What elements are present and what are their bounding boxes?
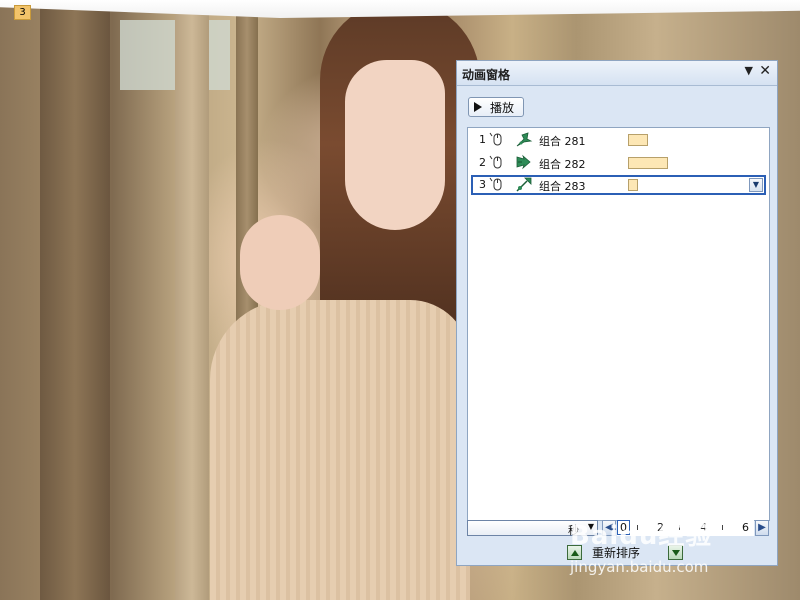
timing-bar[interactable] xyxy=(628,157,668,169)
timeline-tick-label: 6 xyxy=(742,521,749,534)
tree-trunk xyxy=(40,0,110,600)
animation-item[interactable]: 2 组合 282 xyxy=(471,153,766,173)
animation-label: 组合 283 xyxy=(539,180,586,193)
slide-number-badge[interactable]: 3 xyxy=(14,5,31,20)
animation-order: 1 xyxy=(479,133,486,146)
entrance-effect-icon xyxy=(516,154,531,170)
mouse-click-icon xyxy=(489,132,502,146)
tree-trunk xyxy=(175,0,209,600)
baidu-jingyan-watermark: Baidu经验 jingyan.baidu.com xyxy=(570,515,712,576)
pane-title: 动画窗格 xyxy=(462,68,511,82)
watermark-url: jingyan.baidu.com xyxy=(570,558,709,576)
mouse-click-icon xyxy=(489,155,502,169)
photo-sweater xyxy=(210,300,470,600)
timing-bar[interactable] xyxy=(628,134,648,146)
play-icon xyxy=(474,102,482,112)
mouse-click-icon xyxy=(489,177,502,191)
path-effect-icon xyxy=(516,177,532,192)
item-options-dropdown-icon[interactable]: ▼ xyxy=(749,178,763,192)
pane-header: 动画窗格 ▼ ✕ xyxy=(457,61,777,86)
photo-face xyxy=(345,60,445,230)
animation-label: 组合 282 xyxy=(539,158,586,171)
animation-list: 1 组合 281 2 组合 282 3 组合 283 ▼ xyxy=(467,127,770,521)
animation-item-selected[interactable]: 3 组合 283 ▼ xyxy=(471,175,766,195)
animation-item[interactable]: 1 组合 281 xyxy=(471,130,766,150)
fly-in-effect-icon xyxy=(516,132,533,147)
animation-pane: 动画窗格 ▼ ✕ 播放 1 组合 281 2 组合 282 3 组合 283 ▼… xyxy=(456,60,778,566)
pane-close-icon[interactable]: ✕ xyxy=(759,63,771,79)
timeline-tick xyxy=(722,525,723,530)
pane-options-dropdown-icon[interactable]: ▼ xyxy=(745,64,753,77)
animation-label: 组合 281 xyxy=(539,135,586,148)
timing-bar[interactable] xyxy=(628,179,638,191)
watermark-brand: Baidu经验 xyxy=(570,521,713,551)
timeline-scroll-right-icon[interactable]: ▶ xyxy=(755,520,769,536)
play-button-label: 播放 xyxy=(490,100,515,115)
play-button[interactable]: 播放 xyxy=(468,97,524,117)
photo-hand xyxy=(240,215,320,310)
animation-order: 3 xyxy=(479,178,486,191)
animation-order: 2 xyxy=(479,156,486,169)
